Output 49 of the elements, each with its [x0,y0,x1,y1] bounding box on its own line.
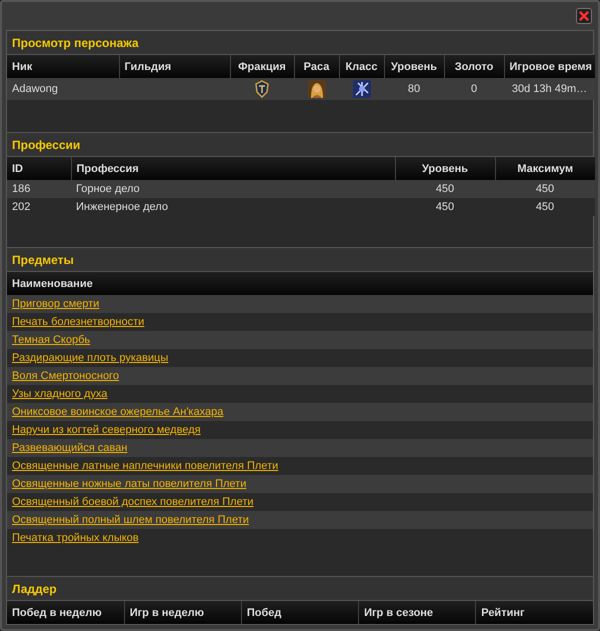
item-link[interactable]: Освященный боевой доспех повелителя Плети [12,496,254,508]
table-cell: 450 [436,183,454,195]
table-cell: 450 [436,201,454,213]
column-header: Рейтинг [476,601,593,624]
item-link[interactable]: Печатка тройных клыков [12,532,139,544]
column-header: Ник [7,55,119,78]
item-link[interactable]: Освященные латные наплечники повелителя Плети [12,460,278,472]
column-header: Золото [444,55,504,78]
portrait-icon [308,80,326,98]
item-link[interactable]: Воля Смертоносного [12,370,119,382]
column-header: Игр в сезоне [358,601,476,624]
column-header: Уровень [384,55,444,78]
section-title: Предметы [12,252,74,266]
column-header: Игровое время [504,55,595,78]
table-cell: 80 [408,83,420,95]
emblem-icon [352,80,370,98]
section-title: Профессии [12,138,80,152]
table-cell: 186 [12,183,30,195]
table-cell: Горное дело [76,183,140,195]
column-header: Игр в неделю [124,601,242,624]
close-button[interactable] [576,8,592,24]
column-header: Уровень [395,157,495,180]
column-header: Побед в неделю [7,601,124,624]
table-cell: 0 [470,83,478,95]
section-title: Просмотр персонажа [12,36,139,50]
column-header: Раса [294,55,339,78]
column-header: Наименование [7,272,593,295]
column-header: Гильдия [119,55,230,78]
item-link[interactable]: Раздирающие плоть рукавицы [12,352,168,364]
column-header: Побед [241,601,359,624]
item-link[interactable]: Темная Скорбь [12,334,90,346]
column-header: Максимум [495,157,595,180]
table-cell: 202 [12,201,30,213]
table-cell: Инженерное дело [76,201,168,213]
column-header: Фракция [230,55,294,78]
item-link[interactable]: Наручи из когтей северного медведя [12,424,201,436]
table-cell: Adawong [12,83,58,95]
item-link[interactable]: Приговор смерти [12,298,100,310]
item-link[interactable]: Развевающийся саван [12,442,128,454]
table-cell: 450 [536,183,554,195]
column-header: ID [7,157,71,180]
item-link[interactable]: Узы хладного духа [12,388,108,400]
table-cell: 450 [536,201,554,213]
column-header: Класс [339,55,384,78]
item-link[interactable]: Печать болезнетворности [12,316,144,328]
table-cell: 30d 13h 49m… [512,83,588,95]
column-header: Профессия [71,157,395,180]
section-title: Ладдер [12,582,57,596]
shield-icon [254,80,270,98]
